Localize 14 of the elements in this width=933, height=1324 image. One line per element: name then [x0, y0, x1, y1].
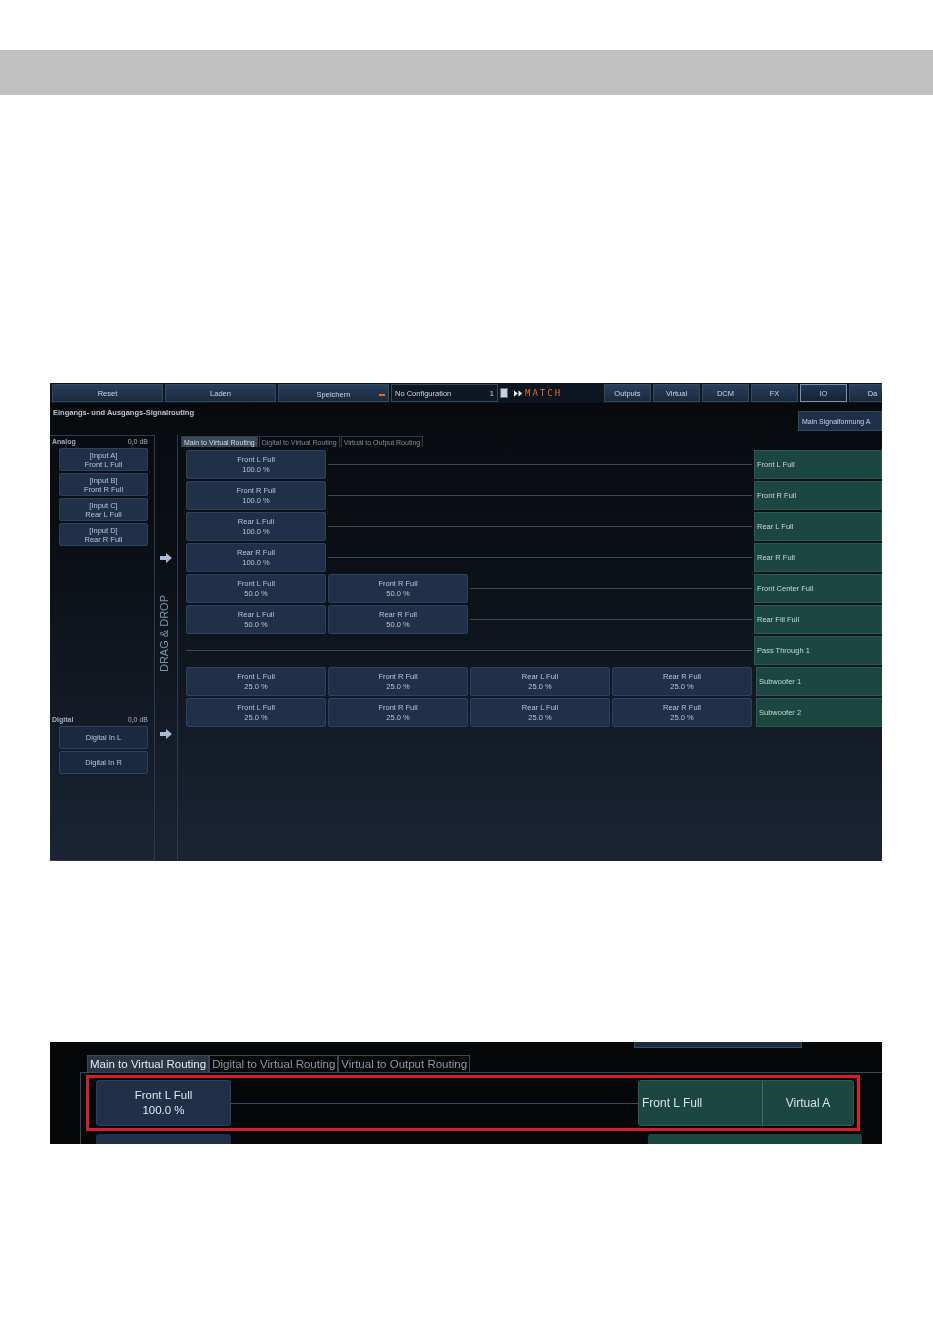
caret-icon [379, 394, 385, 396]
routing-tab[interactable]: Virtual to Output Routing [338, 1055, 471, 1072]
drag-and-drop-label: DRAG & DROP [158, 595, 170, 672]
source-block[interactable]: Front L Full 100.0 % [96, 1080, 231, 1126]
logo-text: MATCH [525, 388, 563, 398]
arrow-right-icon [160, 729, 172, 739]
double-arrow-icon [514, 389, 523, 397]
routing-tab[interactable]: Main to Virtual Routing [87, 1055, 210, 1072]
channel-name: Front L Full [639, 1081, 763, 1125]
virtual-name: Virtual A [784, 1095, 832, 1112]
arrow-right-icon [160, 553, 172, 563]
file-icon[interactable] [500, 388, 508, 398]
routing-tab[interactable]: Digital to Virtual Routing [209, 1055, 339, 1072]
virtual-channel[interactable]: Front L Full Virtual A [638, 1080, 854, 1126]
